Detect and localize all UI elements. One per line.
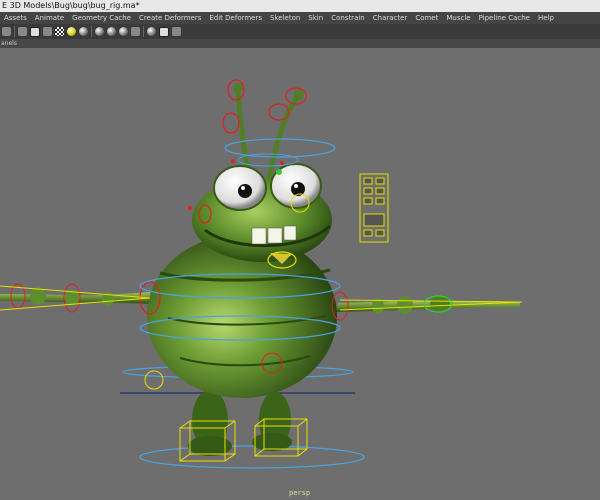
menu-skeleton[interactable]: Skeleton: [266, 14, 304, 22]
control-node: [188, 206, 192, 210]
menu-animate[interactable]: Animate: [31, 14, 68, 22]
left-antenna-mid-control: [222, 112, 240, 134]
film-icon[interactable]: [43, 27, 52, 36]
shaded-sphere-icon[interactable]: [79, 27, 88, 36]
right-foot: [252, 433, 292, 451]
left-antenna-tip: [233, 83, 243, 93]
panels-menu[interactable]: anels: [1, 40, 17, 47]
smooth-sphere-icon[interactable]: [107, 27, 116, 36]
window-title-bar: E 3D Models\Bug\bug\bug_rig.ma*: [0, 0, 600, 12]
menu-character[interactable]: Character: [369, 14, 412, 22]
xray-icon[interactable]: [147, 27, 156, 36]
menu-muscle[interactable]: Muscle: [442, 14, 474, 22]
light-icon[interactable]: [67, 27, 76, 36]
right-antenna-tip: [294, 90, 304, 100]
menu-skin[interactable]: Skin: [304, 14, 327, 22]
grid-icon[interactable]: [2, 27, 11, 36]
root-control-ring: [139, 445, 365, 469]
isolate-icon[interactable]: [131, 27, 140, 36]
cube-icon[interactable]: [30, 26, 40, 37]
right-arm-bulge: [397, 296, 413, 314]
camera-icon[interactable]: [18, 27, 27, 36]
menu-comet[interactable]: Comet: [411, 14, 442, 22]
facial-control-panel: [359, 173, 389, 243]
wire-sphere-icon[interactable]: [95, 27, 104, 36]
cube-outline-icon[interactable]: [159, 26, 169, 37]
menu-geometry-cache[interactable]: Geometry Cache: [68, 14, 135, 22]
menu-pipeline-cache[interactable]: Pipeline Cache: [475, 14, 534, 22]
panels-menu-bar: anels: [0, 39, 600, 48]
right-eye-highlight: [294, 184, 298, 188]
joint-icon[interactable]: [172, 27, 181, 36]
menu-assets[interactable]: Assets: [0, 14, 31, 22]
menu-create-deformers[interactable]: Create Deformers: [135, 14, 205, 22]
main-menu-bar: Assets Animate Geometry Cache Create Def…: [0, 12, 600, 24]
shelf-toolbar: [0, 24, 600, 39]
camera-label: persp: [289, 489, 311, 497]
window-title: E 3D Models\Bug\bug\bug_rig.ma*: [2, 1, 140, 10]
left-eye-highlight: [241, 186, 245, 190]
hip-pivot-left: [144, 370, 164, 390]
bug-tooth: [251, 227, 267, 245]
control-node: [280, 161, 284, 165]
menu-help[interactable]: Help: [534, 14, 558, 22]
bug-tooth: [283, 225, 297, 241]
texture-icon[interactable]: [119, 27, 128, 36]
viewport-scene[interactable]: [0, 48, 600, 500]
menu-edit-deformers[interactable]: Edit Deformers: [205, 14, 266, 22]
3d-viewport[interactable]: [0, 48, 600, 500]
bug-tooth: [267, 227, 283, 244]
toolbar-separator: [14, 26, 15, 37]
control-node: [231, 159, 235, 163]
checker-icon[interactable]: [55, 27, 64, 36]
toolbar-separator: [143, 26, 144, 37]
menu-constrain[interactable]: Constrain: [327, 14, 369, 22]
toolbar-separator: [91, 26, 92, 37]
eye-target-control: [276, 169, 282, 175]
left-pupil: [238, 184, 252, 198]
